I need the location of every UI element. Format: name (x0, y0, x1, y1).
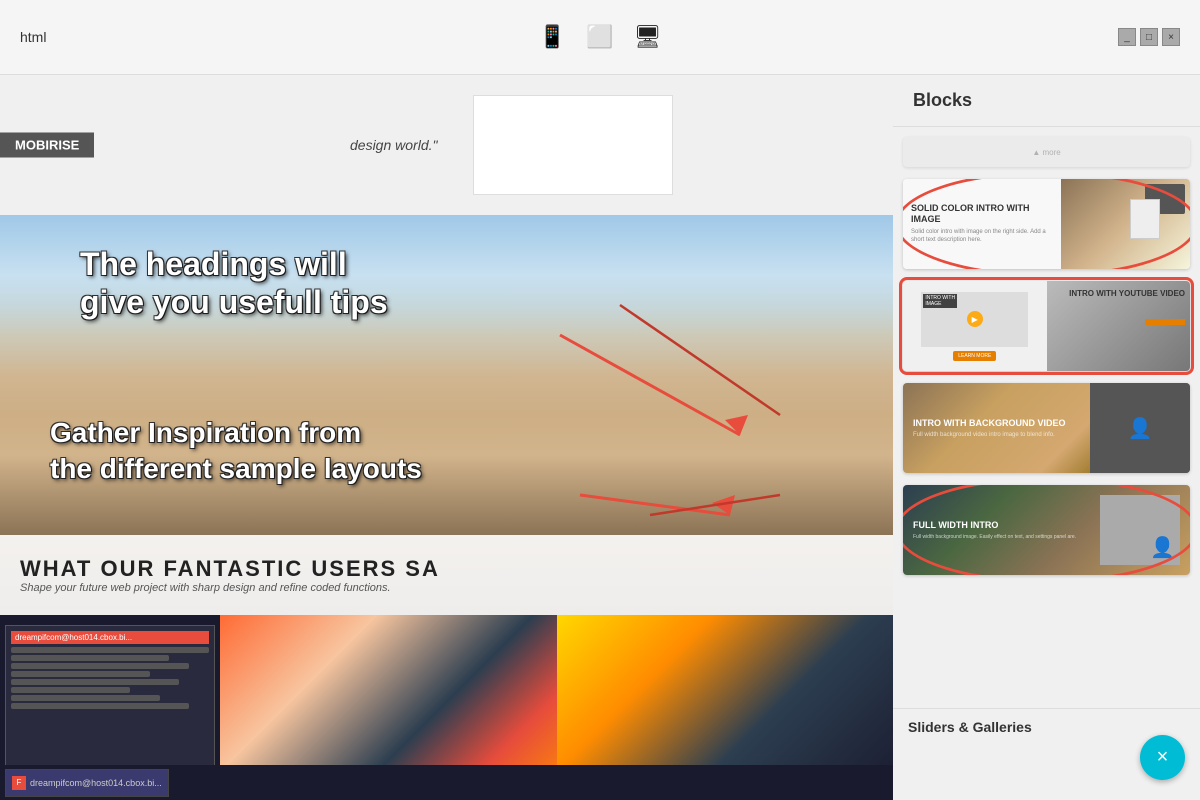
block4-desc: Full width background image. Easily effe… (913, 534, 1076, 540)
chat-row-7 (11, 695, 160, 701)
tablet-view-icon[interactable]: ⬜ (586, 24, 613, 50)
block2-mini-label: INTRO WITHIMAGE (923, 294, 957, 308)
minimize-button[interactable]: _ (1118, 28, 1136, 46)
preview-hero: The headings willgive you usefull tips G… (0, 215, 893, 615)
block3-bg: INTRO WITH BACKGROUND VIDEO Full width b… (903, 383, 1190, 473)
chat-row-3 (11, 663, 189, 669)
close-button[interactable]: × (1162, 28, 1180, 46)
block4-container: FULL WIDTH INTRO Full width background i… (903, 485, 1190, 575)
block3-container: INTRO WITH BACKGROUND VIDEO Full width b… (903, 383, 1190, 473)
block1-left: SOLID COLOR INTRO WITH IMAGE Solid color… (903, 179, 1061, 269)
title-bar: html 📱 ⬜ 🖥 _ □ × (0, 0, 1200, 75)
block-item-full-width-intro[interactable]: FULL WIDTH INTRO Full width background i… (903, 485, 1190, 575)
chat-row-2 (11, 655, 169, 661)
chat-row-5 (11, 679, 179, 685)
mobile-view-icon[interactable]: 📱 (539, 24, 566, 50)
block1-desc: Solid color intro with image on the righ… (911, 229, 1053, 245)
block-item-solid-color-intro-preview: SOLID COLOR INTRO WITH IMAGE Solid color… (903, 179, 1190, 269)
fab-close-button[interactable]: × (1140, 735, 1185, 780)
annotation-text-1: The headings willgive you usefull tips (80, 245, 388, 322)
preview-quote: design world." (350, 137, 437, 153)
block3-right-image: 👤 (1090, 383, 1190, 473)
block2-play-icon: ▶ (967, 311, 983, 327)
desktop-view-icon[interactable]: 🖥 (633, 24, 661, 50)
block-item-youtube-preview: INTRO WITHIMAGE ▶ LEARN MORE INTRO WITH … (903, 281, 1190, 371)
blocks-panel: Blocks ▲ more SOLID COLOR INTRO WITH IMA… (893, 75, 1200, 800)
view-mode-switcher: 📱 ⬜ 🖥 (539, 24, 662, 50)
fab-container: × (893, 740, 1200, 800)
partial-block-label: ▲ more (1032, 148, 1060, 157)
blocks-list: ▲ more SOLID COLOR INTRO WITH IMAGE Soli… (893, 127, 1200, 708)
taskbar-icon: F (12, 776, 26, 790)
testimonials-section: WHAT OUR FANTASTIC USERS SA Shape your f… (0, 535, 893, 615)
chat-header: dreampifcom@host014.cbox.bi... (11, 631, 209, 644)
block1-notepad-icon (1130, 199, 1160, 239)
preview-top-bar: MOBIRISE design world." (0, 75, 893, 215)
annotation-text-2: Gather Inspiration fromthe different sam… (50, 415, 422, 488)
block3-title: INTRO WITH BACKGROUND VIDEO (903, 418, 1090, 430)
window-controls: _ □ × (1118, 28, 1180, 46)
block2-left: INTRO WITHIMAGE ▶ LEARN MORE (903, 281, 1047, 371)
main-layout: MOBIRISE design world." The headings wil… (0, 75, 1200, 800)
block1-title: SOLID COLOR INTRO WITH IMAGE (911, 203, 1053, 225)
block-item-youtube-intro[interactable]: INTRO WITHIMAGE ▶ LEARN MORE INTRO WITH … (903, 281, 1190, 371)
block2-right-image: INTRO WITH YOUTUBE VIDEO (1047, 281, 1191, 371)
taskbar-item-chat[interactable]: F dreampifcom@host014.cbox.bi... (5, 769, 169, 797)
block4-person-silhouette: 👤 (1150, 535, 1175, 560)
taskbar-item-label: dreampifcom@host014.cbox.bi... (30, 778, 162, 788)
blocks-header: Blocks (893, 75, 1200, 127)
maximize-button[interactable]: □ (1140, 28, 1158, 46)
window-title: html (20, 29, 46, 45)
block-item-bg-video-intro[interactable]: INTRO WITH BACKGROUND VIDEO Full width b… (903, 383, 1190, 473)
preview-logo: MOBIRISE (0, 133, 94, 158)
block4-bg: FULL WIDTH INTRO Full width background i… (903, 485, 1190, 575)
chat-row-1 (11, 647, 209, 653)
testimonials-sub: Shape your future web project with sharp… (20, 582, 391, 594)
preview-panel: MOBIRISE design world." The headings wil… (0, 75, 893, 800)
chat-row-6 (11, 687, 130, 693)
block-item-top-partial[interactable]: ▲ more (903, 137, 1190, 167)
block1-right-image (1061, 179, 1190, 269)
block2-title-overlay: INTRO WITH YOUTUBE VIDEO (1069, 289, 1185, 299)
block3-desc: Full width background video intro image … (903, 432, 1090, 438)
testimonials-heading: WHAT OUR FANTASTIC USERS SA (20, 556, 440, 582)
chat-row-4 (11, 671, 150, 677)
block2-mini-video: INTRO WITHIMAGE ▶ (921, 292, 1028, 347)
chat-row-8 (11, 703, 189, 709)
block4-text: FULL WIDTH INTRO Full width background i… (913, 520, 1076, 541)
chat-window-inner: dreampifcom@host014.cbox.bi... (5, 625, 215, 785)
block-item-solid-color-intro[interactable]: SOLID COLOR INTRO WITH IMAGE Solid color… (903, 179, 1190, 269)
block4-right-image: 👤 (1100, 495, 1180, 565)
taskbar: F dreampifcom@host014.cbox.bi... (0, 765, 893, 800)
section-sliders-galleries-label: Sliders & Galleries (893, 708, 1200, 740)
block2-cta-button: LEARN MORE (953, 351, 996, 361)
preview-white-box (473, 95, 673, 195)
block3-person-silhouette: 👤 (1128, 416, 1153, 441)
block4-title: FULL WIDTH INTRO (913, 520, 1076, 532)
block2-orange-bar (1145, 319, 1185, 325)
